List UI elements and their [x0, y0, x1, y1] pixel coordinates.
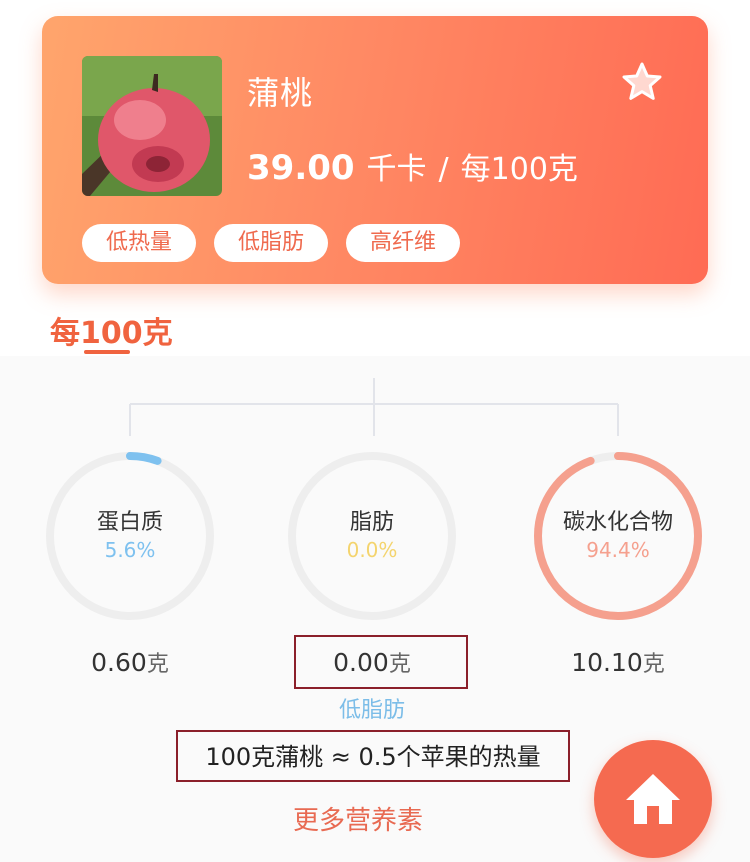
fat-label: 脂肪 — [349, 510, 394, 535]
tag-low-calorie: 低热量 — [82, 224, 197, 262]
nutrient-protein: 蛋白质 5.6% — [44, 450, 216, 622]
protein-ring — [46, 452, 214, 620]
food-name: 蒲桃 — [247, 74, 314, 112]
carbohydrate-amount: 10.10克 — [532, 646, 704, 678]
food-photo — [82, 56, 222, 196]
calories-unit: 千卡 — [366, 152, 427, 187]
fat-percent: 0.0% — [346, 538, 398, 562]
nutrient-carbohydrate: 碳水化合物 94.4% — [532, 450, 704, 622]
calories-value: 39.00 — [247, 148, 355, 188]
tag-low-fat: 低脂肪 — [214, 224, 329, 262]
carbohydrate-amount-unit: 克 — [642, 652, 665, 677]
calories-per-unit: 每100克 — [460, 152, 578, 187]
more-nutrients-link[interactable]: 更多营养素 — [268, 800, 448, 837]
home-button[interactable] — [594, 740, 712, 858]
protein-amount-value: 0.60 — [91, 648, 147, 677]
star-icon[interactable] — [620, 60, 664, 104]
calorie-comparison: 100克蒲桃 ≈ 0.5个苹果的热量 — [205, 743, 541, 771]
protein-amount: 0.60克 — [44, 646, 216, 678]
calories-separator: / — [438, 152, 449, 187]
low-fat-note: 低脂肪 — [338, 698, 405, 723]
fat-amount-highlight-box — [294, 635, 468, 689]
protein-percent: 5.6% — [104, 538, 156, 562]
tag-high-fiber: 高纤维 — [346, 224, 461, 262]
carbohydrate-amount-value: 10.10 — [571, 648, 643, 677]
nutrient-tree-connector — [129, 378, 619, 436]
carbohydrate-percent: 94.4% — [586, 538, 650, 562]
food-tags: 低热量 低脂肪 高纤维 — [82, 224, 461, 262]
tab-per-100g[interactable]: 每100克 — [50, 308, 173, 352]
tab-active-indicator — [84, 350, 130, 354]
protein-amount-unit: 克 — [146, 652, 169, 677]
home-icon — [626, 774, 680, 824]
carbohydrate-ring — [534, 452, 702, 620]
nutrient-fat: 脂肪 0.0% — [286, 450, 458, 622]
food-calories: 39.00 千卡 / 每100克 — [247, 144, 578, 188]
fat-ring — [288, 452, 456, 620]
protein-label: 蛋白质 — [96, 510, 163, 535]
carbohydrate-label: 碳水化合物 — [562, 510, 673, 535]
food-summary-card: 蒲桃 39.00 千卡 / 每100克 低热量 低脂肪 高纤维 — [42, 16, 708, 284]
